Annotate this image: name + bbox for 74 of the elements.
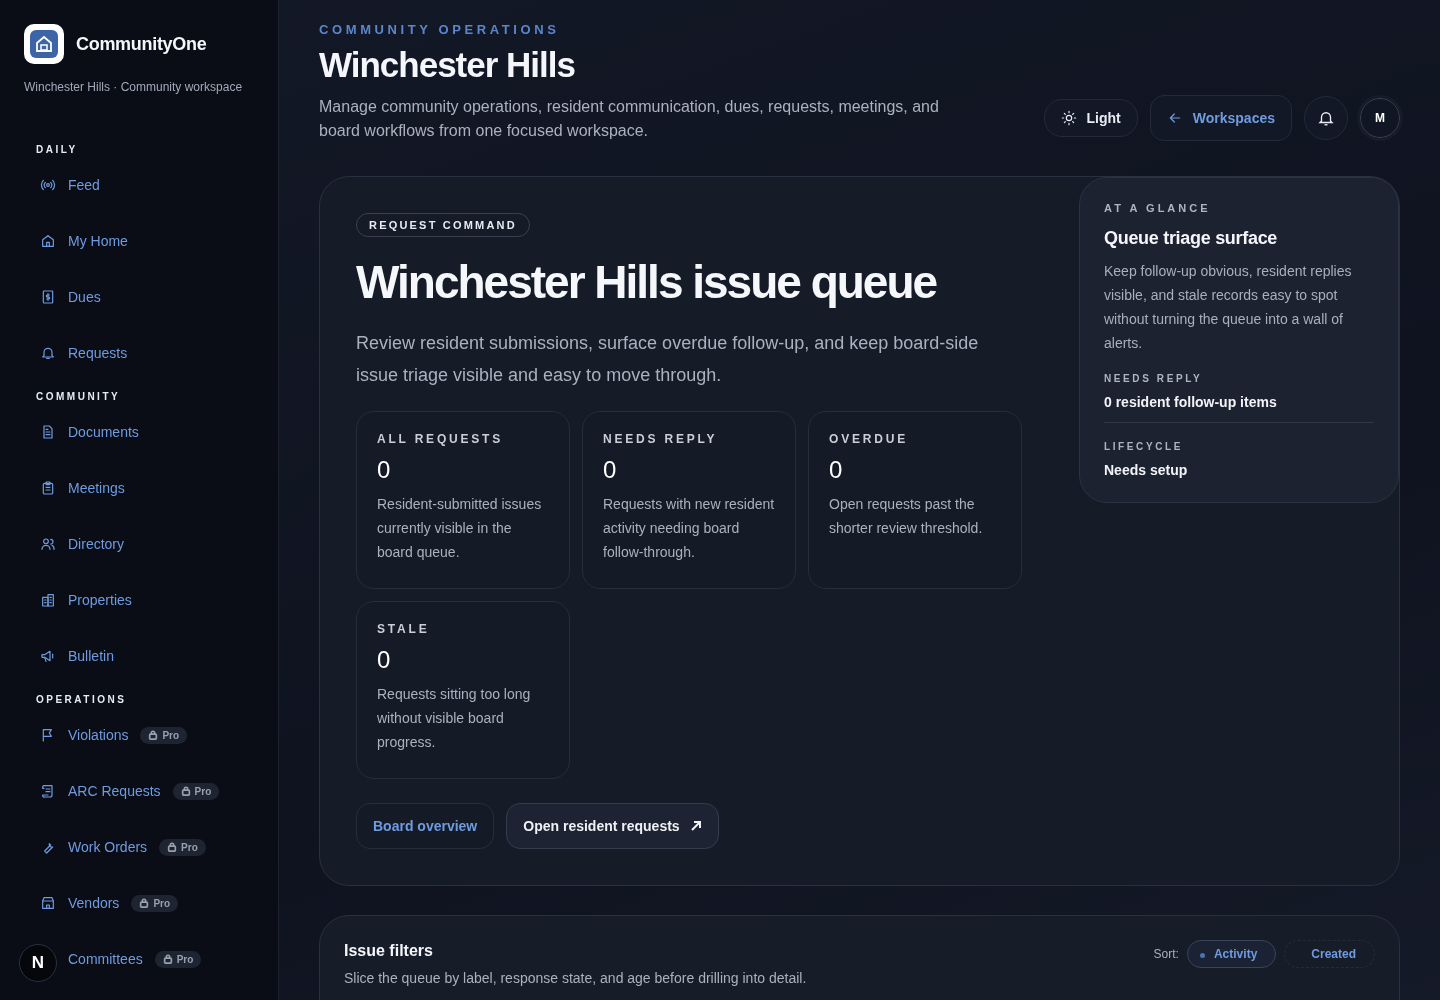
doc-icon bbox=[40, 424, 56, 440]
workspace-subtitle: Winchester Hills · Community workspace bbox=[24, 80, 244, 94]
sidebar-item[interactable]: Committees bbox=[68, 951, 143, 967]
stat-note: Resident-submitted issues currently visible in the board queue. bbox=[377, 495, 543, 562]
pro-badge: Pro bbox=[172, 782, 220, 800]
clipboard-icon bbox=[40, 480, 56, 496]
stat-label: OVERDUE bbox=[829, 432, 909, 446]
stat-label: NEEDS REPLY bbox=[603, 432, 719, 446]
glance-description: Keep follow-up obvious, resident replies visible, and stale records easy to spot without turning the queue into a wall of alerts. bbox=[1104, 262, 1353, 353]
section-heading: OPERATIONS bbox=[36, 694, 128, 705]
stat-note: Requests with new resident activity needing board follow-through. bbox=[603, 495, 775, 562]
users-icon bbox=[40, 536, 56, 552]
user-avatar[interactable]: M bbox=[1360, 98, 1400, 138]
hero-description: Review resident submissions, surface overdue follow-up, and keep board-side issue triage visible and easy to move through. bbox=[356, 332, 980, 387]
sidebar-item[interactable]: Requests bbox=[40, 345, 128, 361]
stat-label: ALL REQUESTS bbox=[377, 432, 505, 446]
sidebar-item[interactable]: Bulletin bbox=[40, 648, 114, 664]
fact-value: 0 resident follow-up items bbox=[1104, 394, 1278, 410]
sort-label: Sort: bbox=[1153, 947, 1179, 961]
stat-value: 0 bbox=[829, 456, 844, 484]
fact-label: LIFECYCLE bbox=[1104, 441, 1184, 452]
sidebar-item[interactable]: Dues bbox=[40, 289, 101, 305]
sidebar-item[interactable]: Violations bbox=[40, 727, 129, 743]
stat-note: Open requests past the shorter review threshold. bbox=[829, 495, 984, 538]
page-title: Winchester Hills bbox=[319, 45, 576, 85]
section-heading: COMMUNITY bbox=[36, 391, 122, 402]
pro-badge: Pro bbox=[154, 950, 202, 968]
app-logo bbox=[24, 24, 64, 64]
filters-description: Slice the queue by label, response state, and age before drilling into detail. bbox=[344, 970, 807, 986]
broadcast-icon bbox=[40, 177, 56, 193]
dev-tools-button[interactable]: N bbox=[19, 944, 57, 982]
scroll-icon bbox=[40, 783, 56, 799]
sun-icon bbox=[1060, 110, 1077, 126]
home-icon bbox=[40, 233, 56, 249]
stat-note: Requests sitting too long without visible board progress. bbox=[377, 685, 532, 752]
building-icon bbox=[40, 592, 56, 608]
sort-option[interactable]: Activity bbox=[1186, 940, 1277, 968]
app-name: CommunityOne bbox=[76, 33, 207, 55]
sidebar-item[interactable]: Feed bbox=[40, 177, 100, 193]
bell-icon bbox=[1317, 109, 1335, 127]
page-description: Manage community operations, resident communication, dues, requests, meetings, and board workflows from one focused workspace. bbox=[319, 97, 940, 141]
sidebar-item[interactable]: Directory bbox=[40, 536, 124, 552]
sidebar-item[interactable]: My Home bbox=[40, 233, 128, 249]
board-overview-button[interactable]: Board overview bbox=[356, 803, 495, 849]
fact-label: NEEDS REPLY bbox=[1104, 373, 1204, 384]
sidebar-item[interactable]: Vendors bbox=[40, 895, 120, 911]
notifications-button[interactable] bbox=[1304, 96, 1348, 140]
sidebar-item[interactable]: Work Orders bbox=[40, 839, 148, 855]
sidebar-item[interactable]: Properties bbox=[40, 592, 132, 608]
sidebar-item[interactable]: Meetings bbox=[40, 480, 125, 496]
page-eyebrow: COMMUNITY OPERATIONS bbox=[319, 22, 561, 37]
open-requests-button[interactable]: Open resident requests bbox=[506, 803, 719, 849]
megaphone-icon bbox=[40, 648, 56, 664]
filters-title: Issue filters bbox=[344, 942, 434, 960]
sidebar-item[interactable]: Documents bbox=[40, 424, 139, 440]
stat-value: 0 bbox=[603, 456, 618, 484]
dues-icon bbox=[40, 289, 56, 305]
stat-value: 0 bbox=[377, 646, 392, 674]
hero-title: Winchester Hills issue queue bbox=[356, 255, 937, 309]
pro-badge: Pro bbox=[131, 894, 179, 912]
theme-button[interactable]: Light bbox=[1043, 99, 1138, 137]
glance-title: Queue triage surface bbox=[1104, 228, 1279, 249]
store-icon bbox=[40, 895, 56, 911]
workspaces-button[interactable]: Workspaces bbox=[1149, 95, 1292, 141]
bell-icon bbox=[40, 345, 56, 361]
section-heading: DAILY bbox=[36, 144, 79, 155]
stat-label: STALE bbox=[377, 622, 431, 636]
fact-value: Needs setup bbox=[1104, 462, 1189, 478]
stat-value: 0 bbox=[377, 456, 392, 484]
pro-badge: Pro bbox=[140, 726, 188, 744]
pro-badge: Pro bbox=[159, 838, 206, 856]
arrow-up-right-icon bbox=[689, 820, 702, 832]
sidebar-item[interactable]: ARC Requests bbox=[40, 783, 161, 799]
glance-eyebrow: AT A GLANCE bbox=[1104, 202, 1212, 214]
